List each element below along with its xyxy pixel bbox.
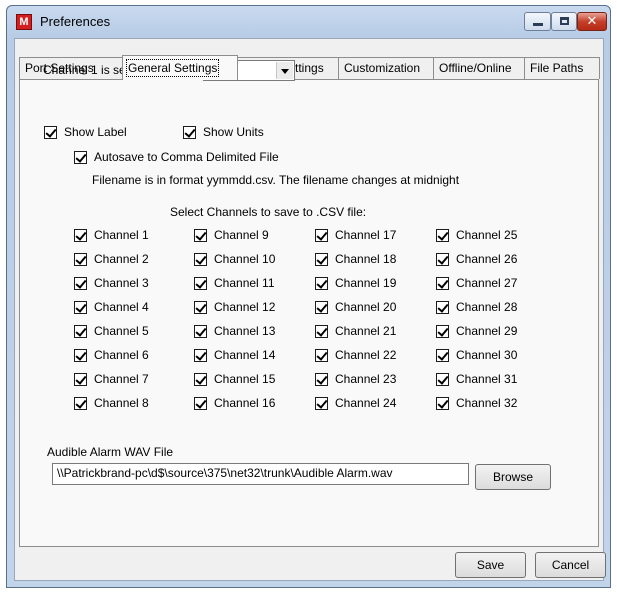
channel-label: Channel 30	[456, 348, 518, 362]
channel-label: Channel 18	[335, 252, 397, 266]
tab-customization[interactable]: Customization	[338, 57, 434, 79]
channel-checkbox[interactable]	[194, 373, 207, 386]
channel-label: Channel 7	[94, 372, 149, 386]
channel-checkbox[interactable]	[315, 253, 328, 266]
title-bar[interactable]: M Preferences ✕	[7, 6, 610, 36]
channel-checkbox[interactable]	[194, 229, 207, 242]
window-title: Preferences	[40, 14, 111, 29]
channel-label: Channel 15	[214, 372, 276, 386]
channel-checkbox[interactable]	[436, 349, 449, 362]
channel-checkbox[interactable]	[436, 229, 449, 242]
show-units-checkbox[interactable]	[183, 126, 196, 139]
channel-label: Channel 2	[94, 252, 149, 266]
channel-label: Channel 27	[456, 276, 518, 290]
channel-label: Channel 6	[94, 348, 149, 362]
preferences-window: M Preferences ✕ Port Settings General Se…	[6, 5, 611, 588]
channel-label: Channel 4	[94, 300, 149, 314]
filename-note: Filename is in format yymmdd.csv. The fi…	[92, 173, 460, 187]
channel-checkbox[interactable]	[74, 349, 87, 362]
channel-label: Channel 9	[214, 228, 269, 242]
channel-checkbox[interactable]	[194, 349, 207, 362]
channel-label: Channel 3	[94, 276, 149, 290]
minimize-button[interactable]	[524, 12, 551, 31]
channel-label: Channel 5	[94, 324, 149, 338]
channel-checkbox[interactable]	[74, 373, 87, 386]
channel-label: Channel 1	[94, 228, 149, 242]
channel-label: Channel 16	[214, 396, 276, 410]
channel-label: Channel 21	[335, 324, 397, 338]
browse-button[interactable]: Browse	[475, 464, 551, 490]
channel-checkbox[interactable]	[436, 397, 449, 410]
channel-label: Channel 29	[456, 324, 518, 338]
channel-checkbox[interactable]	[315, 373, 328, 386]
channel-checkbox[interactable]	[315, 349, 328, 362]
channel-label: Channel 28	[456, 300, 518, 314]
show-label-checkbox[interactable]	[44, 126, 57, 139]
channel-label: Channel 25	[456, 228, 518, 242]
show-label-text: Show Label	[64, 125, 127, 139]
tab-offline-online[interactable]: Offline/Online	[433, 57, 525, 79]
channel-checkbox[interactable]	[315, 301, 328, 314]
channel-checkbox[interactable]	[194, 253, 207, 266]
channel-checkbox[interactable]	[74, 277, 87, 290]
alarm-file-path-input[interactable]: \\Patrickbrand-pc\d$\source\375\net32\tr…	[52, 463, 469, 485]
minimize-icon	[533, 23, 543, 26]
channel-checkbox[interactable]	[194, 397, 207, 410]
select-channels-label: Select Channels to save to .CSV file:	[170, 205, 367, 219]
channel-checkbox[interactable]	[436, 277, 449, 290]
channel-checkbox[interactable]	[194, 301, 207, 314]
close-button[interactable]: ✕	[577, 12, 607, 31]
cancel-button[interactable]: Cancel	[535, 552, 606, 578]
channel-label: Channel 20	[335, 300, 397, 314]
channel-label: Channel 24	[335, 396, 397, 410]
channel-checkbox[interactable]	[436, 325, 449, 338]
channel-label: Channel 26	[456, 252, 518, 266]
channel-label: Channel 11	[214, 276, 275, 290]
autosave-text: Autosave to Comma Delimited File	[94, 150, 279, 164]
channel-checkbox[interactable]	[74, 229, 87, 242]
channel-label: Channel 13	[214, 324, 276, 338]
channel-checkbox[interactable]	[194, 277, 207, 290]
app-logo-icon: M	[16, 14, 32, 30]
channel-label: Channel 31	[456, 372, 518, 386]
channel-checkbox[interactable]	[436, 301, 449, 314]
channel-checkbox[interactable]	[74, 301, 87, 314]
channel-label: Channel 23	[335, 372, 397, 386]
alarm-file-label: Audible Alarm WAV File	[47, 445, 174, 459]
channel-checkbox[interactable]	[74, 253, 87, 266]
tab-label: Customization	[344, 61, 421, 75]
channel-label: Channel 17	[335, 228, 397, 242]
close-icon: ✕	[586, 14, 598, 29]
channel-checkbox[interactable]	[74, 325, 87, 338]
save-button[interactable]: Save	[455, 552, 526, 578]
channel-label: Channel 10	[214, 252, 276, 266]
channel-checkbox[interactable]	[315, 325, 328, 338]
channel-checkbox[interactable]	[436, 253, 449, 266]
channel-checkbox[interactable]	[315, 229, 328, 242]
autosave-checkbox[interactable]	[74, 151, 87, 164]
channel-label: Channel 32	[456, 396, 518, 410]
channel-label: Channel 14	[214, 348, 276, 362]
channel-label: Channel 12	[214, 300, 276, 314]
channel-checkbox[interactable]	[315, 277, 328, 290]
tab-label: General Settings	[125, 59, 220, 77]
show-units-text: Show Units	[203, 125, 264, 139]
channel-checkbox[interactable]	[315, 397, 328, 410]
tab-label: File Paths	[530, 61, 584, 75]
maximize-button[interactable]	[551, 12, 577, 31]
tab-general-settings[interactable]: General Settings	[122, 55, 238, 80]
chevron-down-icon[interactable]	[276, 62, 293, 79]
channel-label: Channel 8	[94, 396, 149, 410]
channel-checkbox[interactable]	[74, 397, 87, 410]
tab-file-paths[interactable]: File Paths	[524, 57, 600, 79]
channel-checkbox[interactable]	[436, 373, 449, 386]
channel-label: Channel 22	[335, 348, 397, 362]
channel-label: Channel 19	[335, 276, 397, 290]
tab-label: Offline/Online	[439, 61, 512, 75]
maximize-icon	[560, 17, 569, 25]
channel-checkbox[interactable]	[194, 325, 207, 338]
